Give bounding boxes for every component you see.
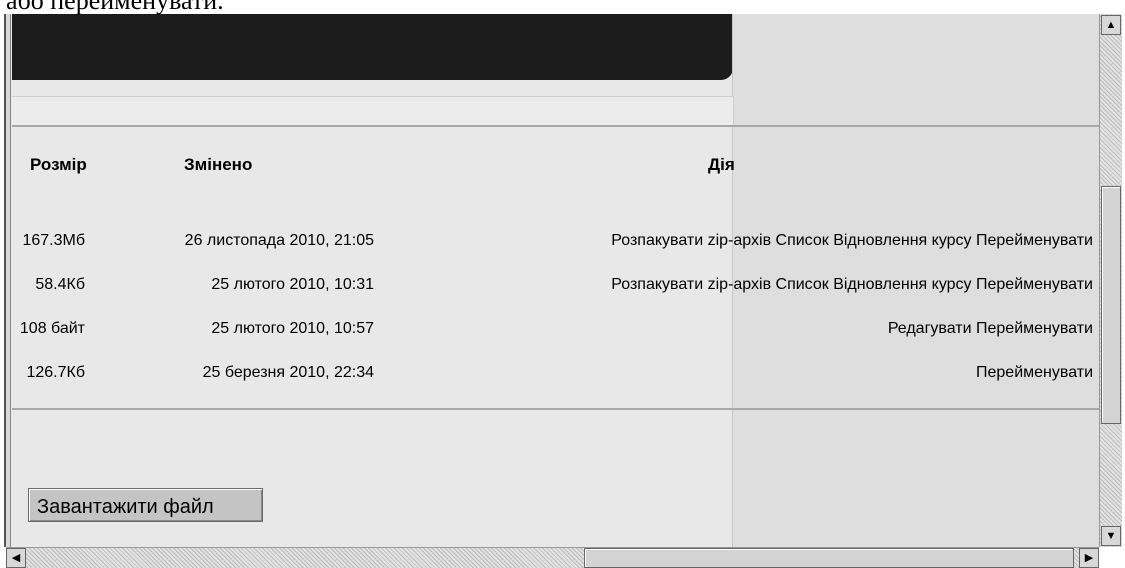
document-caption: або перейменувати. [6, 0, 224, 15]
column-header-size: Розмір [30, 155, 87, 174]
file-modified: 25 лютого 2010, 10:31 [211, 276, 374, 293]
file-size: 58.4Кб [35, 276, 85, 293]
scrollbar-corner [1099, 547, 1125, 567]
table-row: 126.7Кб 25 березня 2010, 22:34 Переймену… [6, 364, 1099, 388]
table-row: 167.3Мб 26 листопада 2010, 21:05 Розпаку… [6, 232, 1099, 256]
file-size: 108 байт [19, 320, 85, 337]
file-actions[interactable]: Розпакувати zip-архів Список Відновлення… [611, 232, 1093, 250]
header-bar [12, 14, 733, 80]
vertical-scroll-thumb[interactable] [1101, 186, 1121, 424]
column-header-modified: Змінено [184, 155, 253, 174]
file-manager-frame: Розмір Змінено Дія 167.3Мб 26 листопада … [4, 14, 1099, 547]
arrow-right-icon[interactable]: ▶ [1079, 548, 1099, 568]
horizontal-scrollbar[interactable]: ◀ ▶ [6, 547, 1099, 568]
file-actions[interactable]: Розпакувати zip-архів Список Відновлення… [611, 276, 1093, 294]
file-modified: 25 березня 2010, 22:34 [202, 364, 374, 381]
table-top-divider [12, 125, 1099, 127]
path-strip [12, 96, 734, 126]
upload-file-button[interactable]: Завантажити файл [28, 488, 263, 522]
file-actions[interactable]: Перейменувати [976, 364, 1093, 382]
arrow-down-icon[interactable]: ▼ [1101, 526, 1121, 546]
horizontal-scroll-thumb[interactable] [584, 548, 1074, 568]
file-actions[interactable]: Редагувати Перейменувати [888, 320, 1093, 338]
file-modified: 25 лютого 2010, 10:57 [211, 320, 374, 337]
vertical-scrollbar[interactable]: ▲ ▼ [1099, 14, 1122, 547]
file-size: 167.3Мб [22, 232, 85, 249]
file-modified: 26 листопада 2010, 21:05 [184, 232, 374, 249]
arrow-left-icon[interactable]: ◀ [6, 548, 26, 568]
arrow-up-icon[interactable]: ▲ [1101, 15, 1121, 35]
table-bottom-divider [12, 408, 1099, 410]
column-header-action: Дія [708, 155, 735, 174]
file-size: 126.7Кб [26, 364, 85, 381]
table-row: 58.4Кб 25 лютого 2010, 10:31 Розпакувати… [6, 276, 1099, 300]
table-row: 108 байт 25 лютого 2010, 10:57 Редагуват… [6, 320, 1099, 344]
